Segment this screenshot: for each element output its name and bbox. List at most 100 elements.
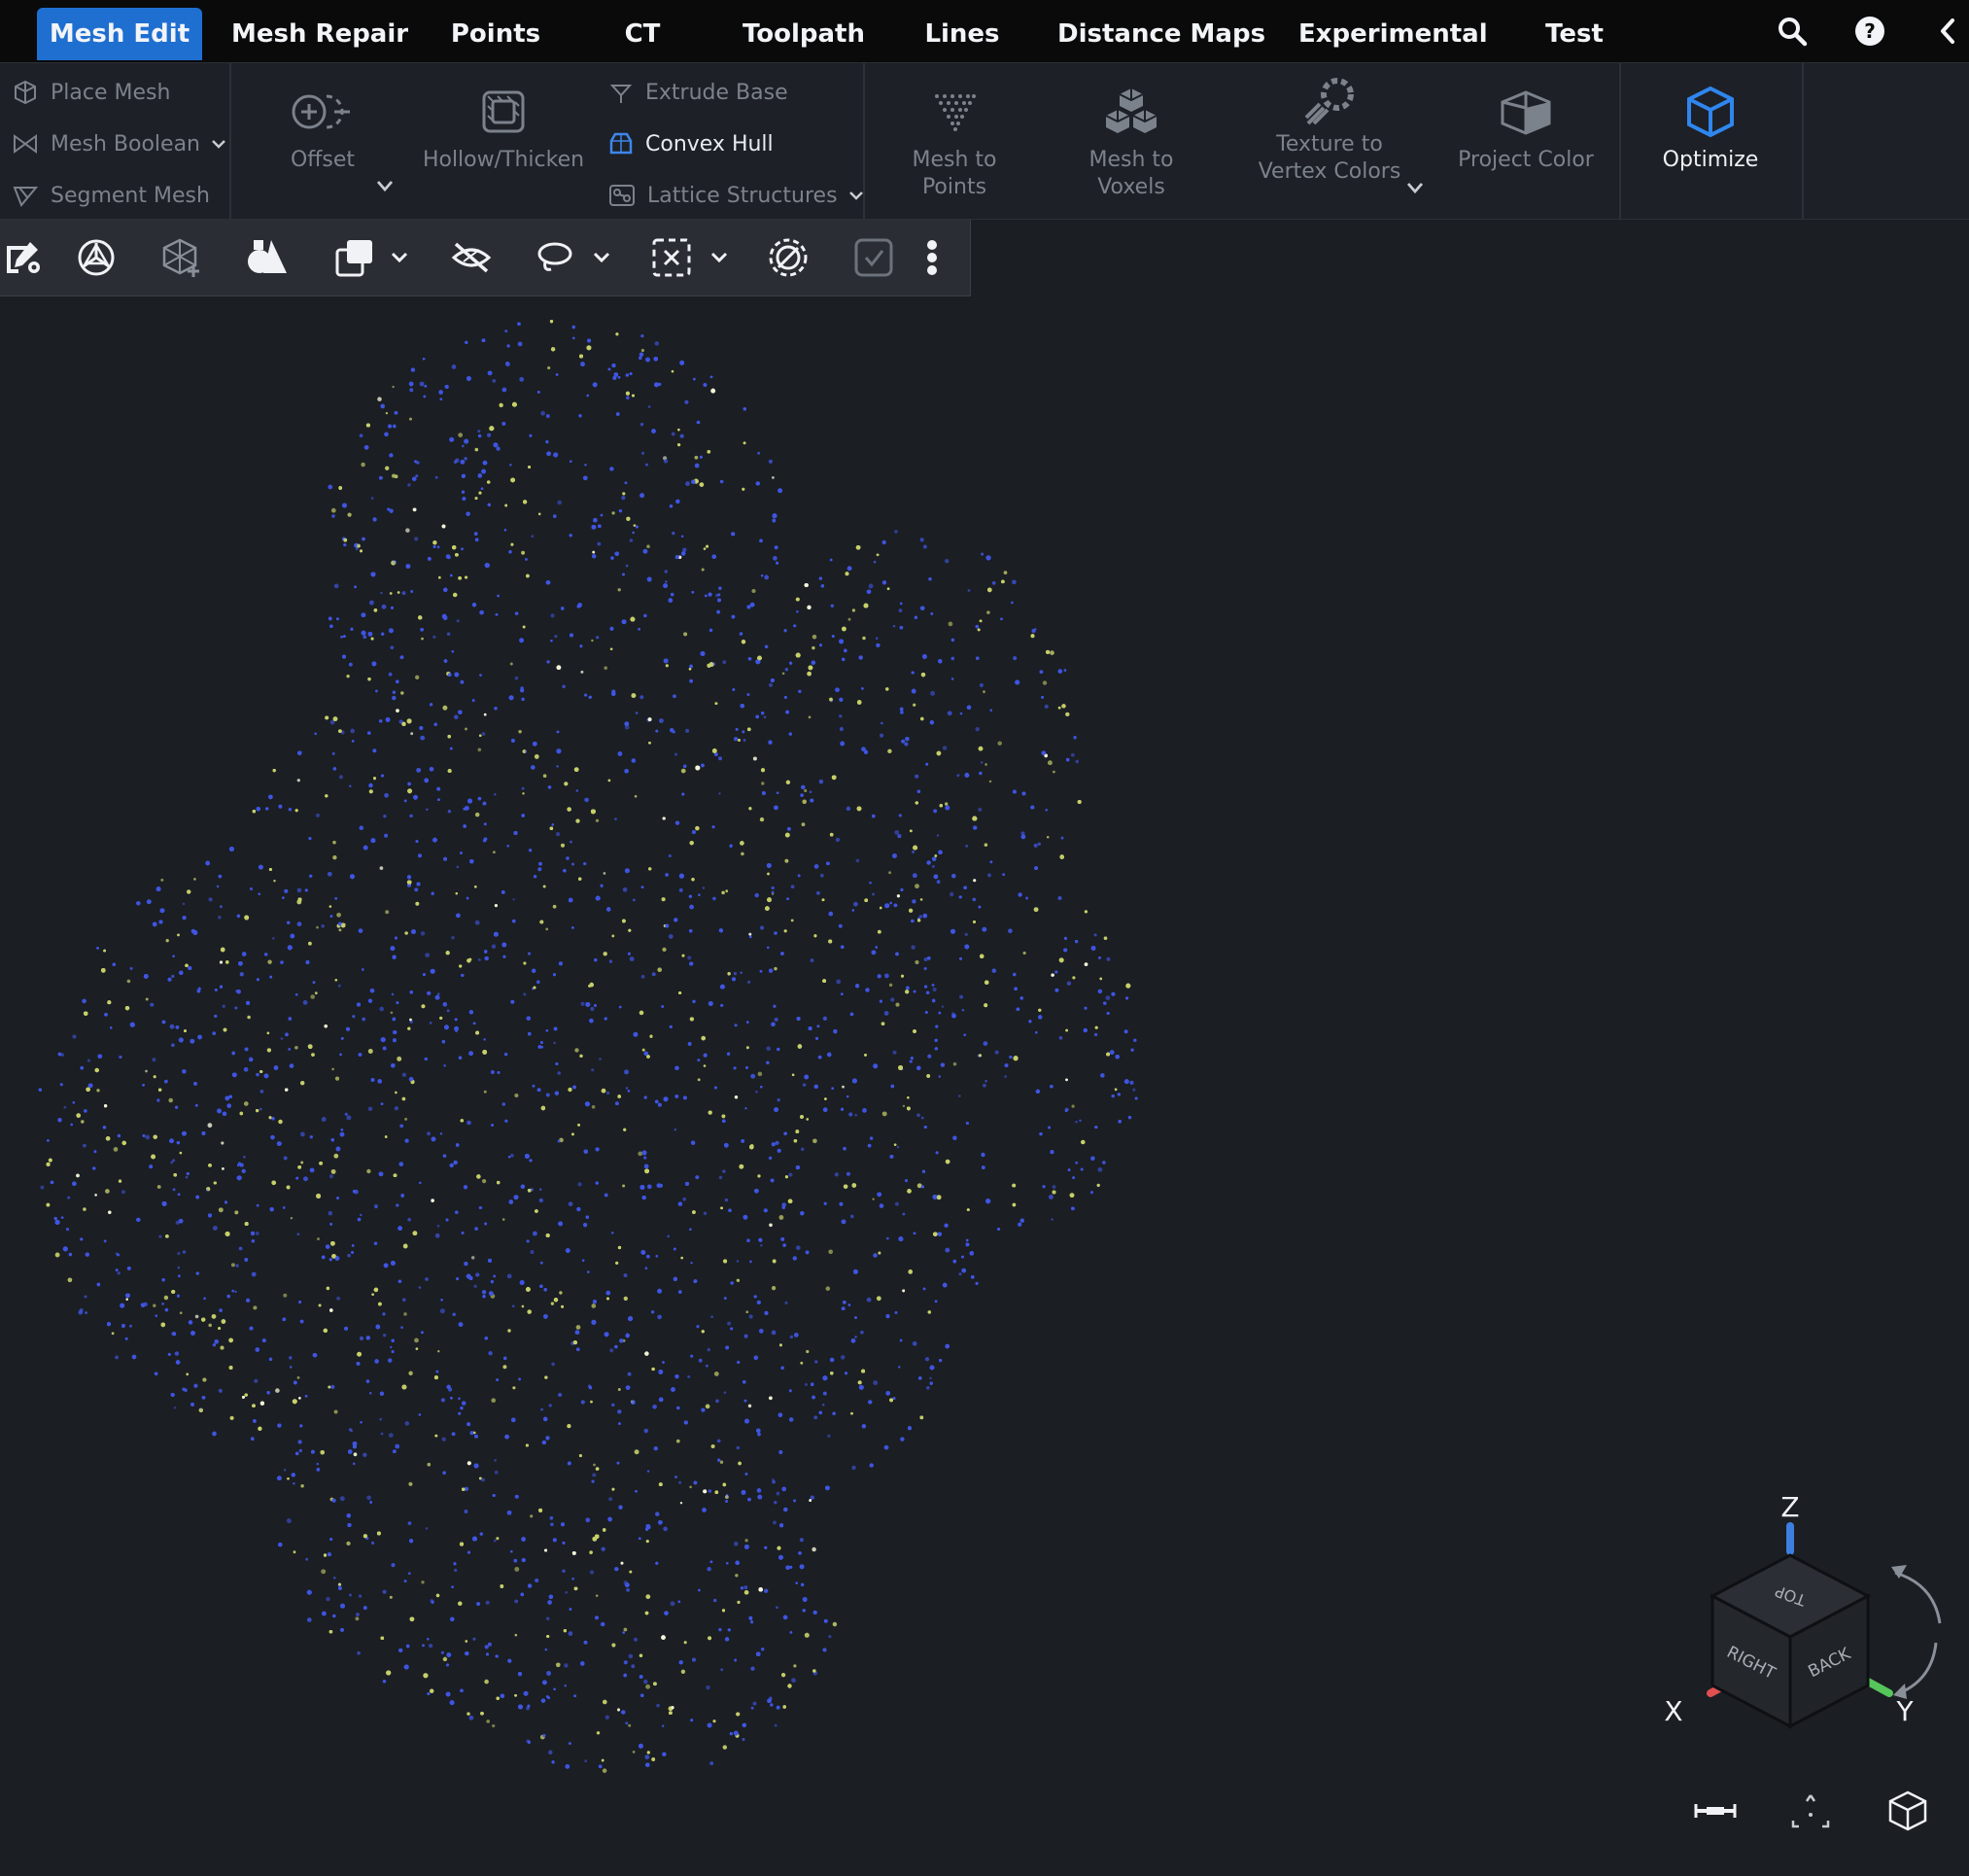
cloud-point (360, 1213, 363, 1217)
cloud-point (936, 880, 941, 885)
chevron-down-icon[interactable] (847, 189, 865, 202)
project-color-button[interactable]: Project Color (1448, 77, 1604, 174)
mesh-add-icon[interactable] (157, 233, 206, 282)
point-cloud[interactable] (0, 296, 1166, 1876)
tab-points[interactable]: Points (437, 8, 554, 60)
cloud-point (82, 998, 86, 1004)
cloud-point (466, 1120, 471, 1126)
cloud-point (552, 904, 557, 909)
cloud-point (766, 1046, 772, 1052)
cloud-point (707, 1566, 711, 1572)
hollow-thicken-button[interactable]: Hollow/Thicken (422, 77, 585, 174)
cloud-point (643, 1679, 648, 1685)
extrude-base-button[interactable]: Extrude Base (608, 73, 788, 112)
cloud-point (774, 966, 777, 971)
hide-eye-icon[interactable] (447, 233, 496, 282)
cloud-point (1013, 656, 1018, 661)
cloud-point (752, 1701, 757, 1706)
cloud-point (441, 1437, 446, 1442)
mesh-boolean-button[interactable]: Mesh Boolean (12, 124, 227, 163)
tab-distance-maps[interactable]: Distance Maps (1057, 8, 1265, 60)
cloud-point (391, 992, 395, 996)
mesh-to-points-button[interactable]: Mesh to Points (877, 77, 1032, 201)
cloud-point (249, 886, 254, 891)
convex-hull-button[interactable]: Convex Hull (608, 124, 774, 163)
cloud-point (912, 1340, 917, 1346)
cloud-point (464, 457, 467, 461)
cloud-point (695, 825, 700, 831)
chevron-down-icon[interactable] (387, 245, 412, 270)
cloud-point (182, 1250, 187, 1254)
offset-button[interactable]: Offset (274, 77, 371, 174)
search-icon[interactable] (1773, 12, 1812, 51)
more-vertical-icon[interactable] (908, 233, 956, 282)
cloud-point (832, 1621, 838, 1627)
cloud-point (1042, 680, 1048, 685)
cloud-point (419, 381, 425, 387)
cloud-point (916, 1183, 922, 1189)
cloud-point (1033, 843, 1038, 848)
tab-test[interactable]: Test (1528, 8, 1621, 60)
cloud-point (568, 1631, 573, 1636)
texture-to-vertex-colors-button[interactable]: Texture to Vertex Colors (1252, 73, 1407, 186)
chevron-down-icon[interactable] (210, 137, 227, 151)
cloud-point (414, 887, 419, 892)
tab-experimental[interactable]: Experimental (1298, 8, 1488, 60)
help-icon[interactable]: ? (1850, 12, 1889, 51)
copy-window-icon[interactable] (330, 233, 379, 282)
cloud-point (766, 1060, 770, 1065)
cloud-point (744, 1539, 748, 1543)
cloud-point (332, 716, 338, 722)
tab-mesh-edit[interactable]: Mesh Edit (37, 8, 202, 60)
cloud-point (221, 1141, 225, 1145)
cloud-point (641, 1048, 645, 1052)
cloud-point (760, 925, 765, 930)
cloud-point (802, 799, 808, 805)
mesh-to-voxels-button[interactable]: Mesh to Voxels (1054, 77, 1209, 201)
mercedes-triangle-icon[interactable] (72, 233, 121, 282)
place-mesh-icon (15, 80, 36, 105)
tab-mesh-repair[interactable]: Mesh Repair (231, 8, 408, 60)
edit-settings-icon[interactable] (0, 233, 49, 282)
segment-mesh-button[interactable]: Segment Mesh (12, 176, 210, 215)
chevron-down-icon[interactable] (707, 245, 732, 270)
box-select-icon[interactable] (647, 233, 696, 282)
cloud-point (348, 1428, 353, 1432)
cloud-point (439, 398, 443, 400)
cloud-point (483, 1090, 487, 1094)
cloud-point (784, 858, 789, 863)
cloud-point (931, 864, 935, 868)
optimize-button[interactable]: Optimize (1633, 77, 1788, 174)
tab-ct[interactable]: CT (601, 8, 684, 60)
cloud-point (633, 1637, 639, 1642)
cloud-point (538, 1188, 542, 1191)
cloud-point (913, 703, 916, 707)
cloud-point (570, 840, 572, 844)
cloud-point (347, 1253, 351, 1258)
cloud-point (481, 732, 486, 736)
cloud-point (387, 1358, 393, 1363)
place-mesh-button[interactable]: Place Mesh (12, 73, 170, 112)
cloud-point (410, 732, 414, 736)
cloud-point (522, 792, 525, 795)
cloud-point (712, 896, 716, 901)
cloud-point (611, 511, 615, 515)
checkbox-icon[interactable] (849, 233, 898, 282)
texture-chevron-down-icon[interactable] (1405, 180, 1425, 195)
tab-lines[interactable]: Lines (914, 8, 1011, 60)
cloud-point (383, 1334, 387, 1338)
chevron-left-icon[interactable] (1928, 12, 1967, 51)
lattice-structures-button[interactable]: Lattice Structures (608, 176, 865, 215)
offset-chevron-down-icon[interactable] (375, 178, 395, 193)
cloud-point (790, 919, 794, 922)
chevron-down-icon[interactable] (589, 245, 614, 270)
deselect-circle-icon[interactable] (764, 233, 812, 282)
lasso-icon[interactable] (531, 233, 579, 282)
shapes-icon[interactable] (243, 233, 292, 282)
cloud-point (399, 1124, 404, 1129)
cloud-point (193, 878, 196, 881)
tab-toolpath[interactable]: Toolpath (733, 8, 875, 60)
cloud-point (558, 1392, 563, 1398)
cloud-point (152, 1058, 156, 1062)
cloud-point (494, 793, 497, 796)
